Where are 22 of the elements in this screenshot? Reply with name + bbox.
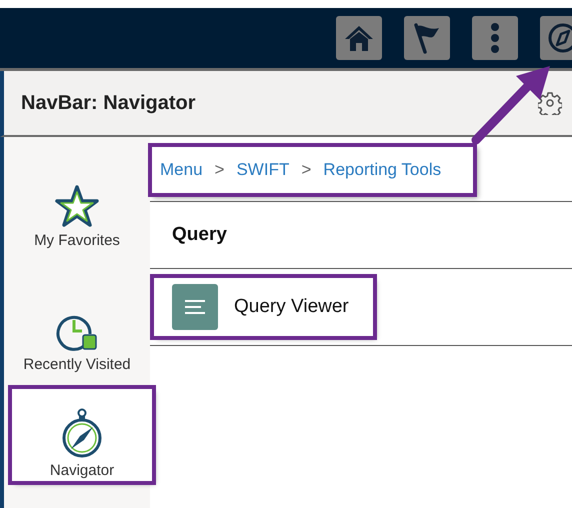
home-icon: [344, 24, 374, 52]
breadcrumb-link[interactable]: Reporting Tools: [323, 160, 442, 180]
sidebar-item[interactable]: Navigator: [12, 389, 152, 481]
query-viewer-item[interactable]: Query Viewer: [154, 278, 373, 336]
star-icon: [53, 184, 101, 228]
settings-icon[interactable]: [538, 91, 562, 115]
more-icon: [490, 22, 500, 54]
compass-icon: [547, 22, 572, 54]
breadcrumb-separator: >: [214, 160, 224, 180]
breadcrumb-separator: >: [301, 160, 312, 180]
breadcrumb-link[interactable]: Menu: [160, 160, 203, 180]
home-button[interactable]: [336, 16, 382, 60]
more-button[interactable]: [472, 16, 518, 60]
document-icon: [172, 284, 218, 330]
sidebar-item[interactable]: My Favorites: [4, 137, 150, 261]
flag-button[interactable]: [404, 16, 450, 60]
compass-icon: [60, 408, 104, 458]
sidebar-item[interactable]: Recently Visited: [4, 261, 150, 385]
page-title: NavBar: Navigator: [21, 92, 196, 114]
flag-icon: [412, 22, 442, 54]
section-heading: Query: [172, 224, 227, 246]
breadcrumb-link[interactable]: SWIFT: [236, 160, 290, 180]
